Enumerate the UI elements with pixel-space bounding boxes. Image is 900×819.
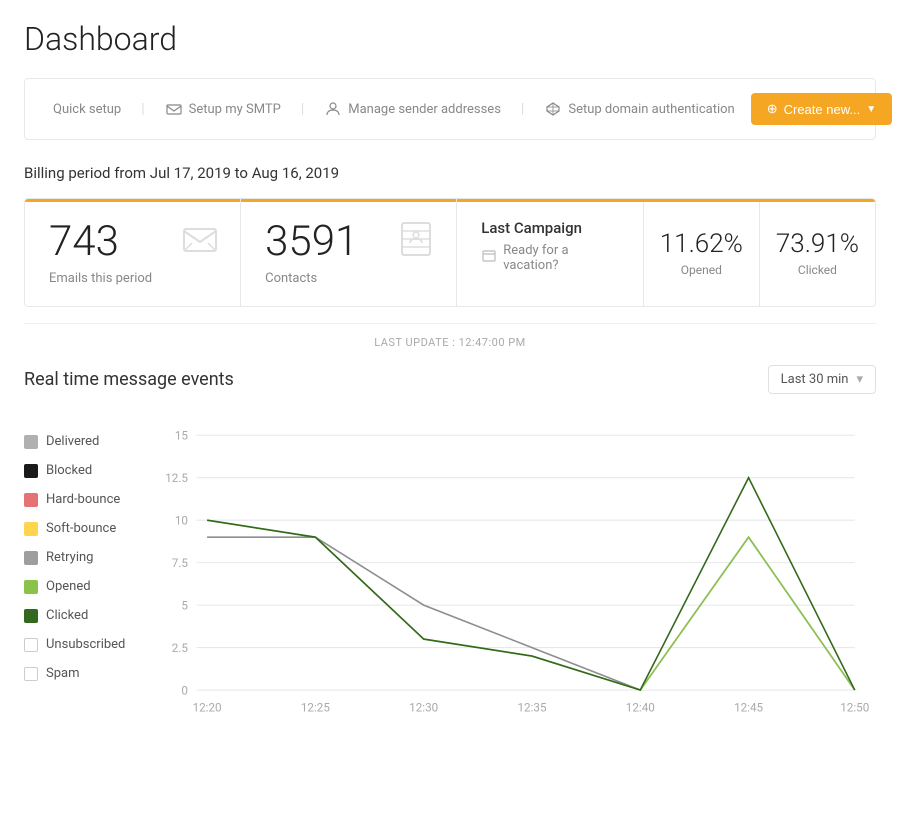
setup-smtp-label: Setup my SMTP [189,102,281,117]
campaign-name-icon [481,248,497,268]
sender-icon [324,100,342,118]
toolbar: Quick setup | Setup my SMTP | Manage sen… [24,78,876,140]
clicked-value: 73.91% [776,229,859,259]
last-campaign-title: Last Campaign [481,219,619,237]
hard-bounce-dot [24,493,38,507]
last-campaign-card: Last Campaign Ready for a vacation? 11.6… [457,199,875,306]
email-icon [180,219,220,263]
opened-metric: 11.62% Opened [644,199,760,306]
legend-spam: Spam [24,666,154,681]
line-chart: 0 2.5 5 7.5 10 12.5 15 12:20 12:25 12:30… [154,414,876,733]
soft-bounce-dot [24,522,38,536]
emails-stat-card: 743 Emails this period [25,199,241,306]
realtime-title: Real time message events [24,369,234,390]
contacts-label: Contacts [265,271,432,286]
opened-value: 11.62% [660,229,743,259]
create-new-button[interactable]: ⊕ Create new... ▼ [751,93,892,125]
create-plus-icon: ⊕ [767,101,778,117]
chart-legend: Delivered Blocked Hard-bounce Soft-bounc… [24,414,154,737]
svg-text:7.5: 7.5 [172,556,189,570]
manage-sender[interactable]: Manage sender addresses [316,96,509,122]
legend-delivered: Delivered [24,434,154,449]
quick-setup[interactable]: Quick setup [45,98,129,121]
svg-text:12:35: 12:35 [517,700,546,714]
delivered-line [207,537,855,690]
last-update: LAST UPDATE : 12:47:00 PM [24,323,876,349]
emails-label: Emails this period [49,271,216,286]
svg-text:12:20: 12:20 [193,700,222,714]
legend-hard-bounce: Hard-bounce [24,492,154,507]
time-filter-dropdown[interactable]: Last 30 min ▾ [768,365,876,394]
svg-text:12:50: 12:50 [840,700,869,714]
page-title: Dashboard [24,20,876,58]
quick-setup-label: Quick setup [53,102,121,117]
delivered-dot [24,435,38,449]
clicked-dot [24,609,38,623]
setup-smtp[interactable]: Setup my SMTP [157,96,289,122]
manage-sender-label: Manage sender addresses [348,102,501,117]
chart-area: Delivered Blocked Hard-bounce Soft-bounc… [24,414,876,737]
legend-blocked: Blocked [24,463,154,478]
svg-text:5: 5 [181,599,188,613]
legend-unsubscribed: Unsubscribed [24,637,154,652]
billing-period: Billing period from Jul 17, 2019 to Aug … [24,164,876,182]
clicked-metric: 73.91% Clicked [760,199,875,306]
svg-text:12:40: 12:40 [626,700,655,714]
smtp-icon [165,100,183,118]
divider-3: | [521,101,524,117]
blocked-dot [24,464,38,478]
opened-label: Opened [660,263,743,277]
svg-text:12.5: 12.5 [165,471,188,485]
svg-text:15: 15 [175,429,189,443]
stats-row: 743 Emails this period 3591 Contacts [24,198,876,307]
create-chevron-icon: ▼ [866,104,876,115]
clicked-label: Clicked [776,263,859,277]
divider-2: | [301,101,304,117]
domain-icon [544,100,562,118]
svg-text:2.5: 2.5 [172,641,189,655]
svg-text:12:45: 12:45 [734,700,763,714]
chart-wrapper: 0 2.5 5 7.5 10 12.5 15 12:20 12:25 12:30… [154,414,876,737]
svg-text:12:25: 12:25 [301,700,330,714]
spam-check [24,667,38,681]
svg-text:12:30: 12:30 [409,700,438,714]
retrying-dot [24,551,38,565]
svg-text:10: 10 [175,514,188,528]
legend-clicked: Clicked [24,608,154,623]
legend-opened: Opened [24,579,154,594]
divider-1: | [141,101,144,117]
section-header: Real time message events Last 30 min ▾ [24,365,876,394]
legend-soft-bounce: Soft-bounce [24,521,154,536]
setup-domain-label: Setup domain authentication [568,102,734,117]
clicked-line [207,478,855,690]
setup-domain[interactable]: Setup domain authentication [536,96,742,122]
svg-text:0: 0 [181,683,188,697]
chevron-down-icon: ▾ [856,372,863,387]
unsubscribed-check [24,638,38,652]
contacts-stat-card: 3591 Contacts [241,199,457,306]
legend-retrying: Retrying [24,550,154,565]
contacts-icon [396,219,436,263]
last-campaign-name: Ready for a vacation? [481,243,619,273]
opened-dot [24,580,38,594]
